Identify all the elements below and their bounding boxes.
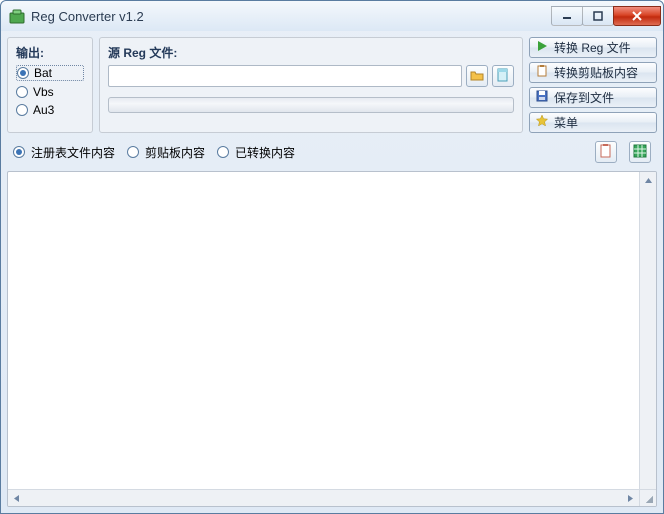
- view-selector: 注册表文件内容 剪贴板内容 已转换内容: [7, 139, 657, 165]
- close-button[interactable]: [613, 6, 661, 26]
- folder-icon: [470, 68, 484, 85]
- clipboard-icon: [536, 65, 548, 80]
- view-option-clipboard[interactable]: 剪贴板内容: [127, 144, 205, 161]
- progress-bar: [108, 97, 514, 113]
- horizontal-scrollbar[interactable]: [8, 489, 639, 506]
- radio-dot-icon: [13, 146, 25, 158]
- output-option-bat[interactable]: Bat: [16, 65, 84, 81]
- save-to-file-button[interactable]: 保存到文件: [529, 87, 657, 108]
- client-area: 输出: Bat Vbs Au3: [1, 31, 663, 513]
- star-icon: [536, 115, 548, 130]
- output-option-label: Au3: [33, 103, 54, 117]
- menu-button[interactable]: 菜单: [529, 112, 657, 133]
- grid-button[interactable]: [629, 141, 651, 163]
- output-option-label: Vbs: [33, 85, 54, 99]
- window-title: Reg Converter v1.2: [31, 9, 551, 24]
- output-legend: 输出:: [16, 44, 84, 61]
- button-label: 保存到文件: [554, 89, 614, 106]
- clipboard-icon: [599, 144, 613, 161]
- window-controls: [551, 6, 661, 26]
- action-buttons: 转换 Reg 文件 转换剪贴板内容 保存到文件: [529, 37, 657, 133]
- view-option-regfile[interactable]: 注册表文件内容: [13, 144, 115, 161]
- browse-button[interactable]: [466, 65, 488, 87]
- radio-dot-icon: [16, 104, 28, 116]
- output-option-label: Bat: [34, 66, 52, 80]
- copy-content-button[interactable]: [595, 141, 617, 163]
- source-group: 源 Reg 文件:: [99, 37, 523, 133]
- button-label: 转换 Reg 文件: [554, 39, 631, 56]
- grid-icon: [633, 144, 647, 161]
- source-path-input[interactable]: [108, 65, 462, 87]
- radio-dot-icon: [16, 86, 28, 98]
- source-legend: 源 Reg 文件:: [108, 44, 514, 61]
- scroll-up-button[interactable]: [640, 172, 657, 189]
- page-icon: [496, 68, 510, 85]
- output-option-au3[interactable]: Au3: [16, 103, 84, 117]
- top-row: 输出: Bat Vbs Au3: [7, 37, 657, 133]
- clear-button[interactable]: [492, 65, 514, 87]
- radio-dot-icon: [217, 146, 229, 158]
- app-window: Reg Converter v1.2 输出: Bat: [0, 0, 664, 514]
- radio-dot-icon: [17, 67, 29, 79]
- scroll-right-button[interactable]: [622, 490, 639, 507]
- view-option-label: 已转换内容: [235, 144, 295, 161]
- resize-grip[interactable]: [639, 489, 656, 506]
- output-group: 输出: Bat Vbs Au3: [7, 37, 93, 133]
- content-textarea[interactable]: [7, 171, 657, 507]
- button-label: 菜单: [554, 114, 578, 131]
- play-icon: [536, 40, 548, 55]
- convert-reg-button[interactable]: 转换 Reg 文件: [529, 37, 657, 58]
- view-option-label: 注册表文件内容: [31, 144, 115, 161]
- source-row: [108, 65, 514, 87]
- vertical-scrollbar[interactable]: [639, 172, 656, 506]
- convert-clipboard-button[interactable]: 转换剪贴板内容: [529, 62, 657, 83]
- save-icon: [536, 90, 548, 105]
- app-icon: [9, 8, 25, 24]
- output-option-vbs[interactable]: Vbs: [16, 85, 84, 99]
- view-option-label: 剪贴板内容: [145, 144, 205, 161]
- titlebar: Reg Converter v1.2: [1, 1, 663, 31]
- button-label: 转换剪贴板内容: [554, 64, 638, 81]
- output-options: Bat Vbs Au3: [16, 65, 84, 117]
- scroll-left-button[interactable]: [8, 490, 25, 507]
- maximize-button[interactable]: [582, 6, 614, 26]
- radio-dot-icon: [127, 146, 139, 158]
- view-option-converted[interactable]: 已转换内容: [217, 144, 295, 161]
- minimize-button[interactable]: [551, 6, 583, 26]
